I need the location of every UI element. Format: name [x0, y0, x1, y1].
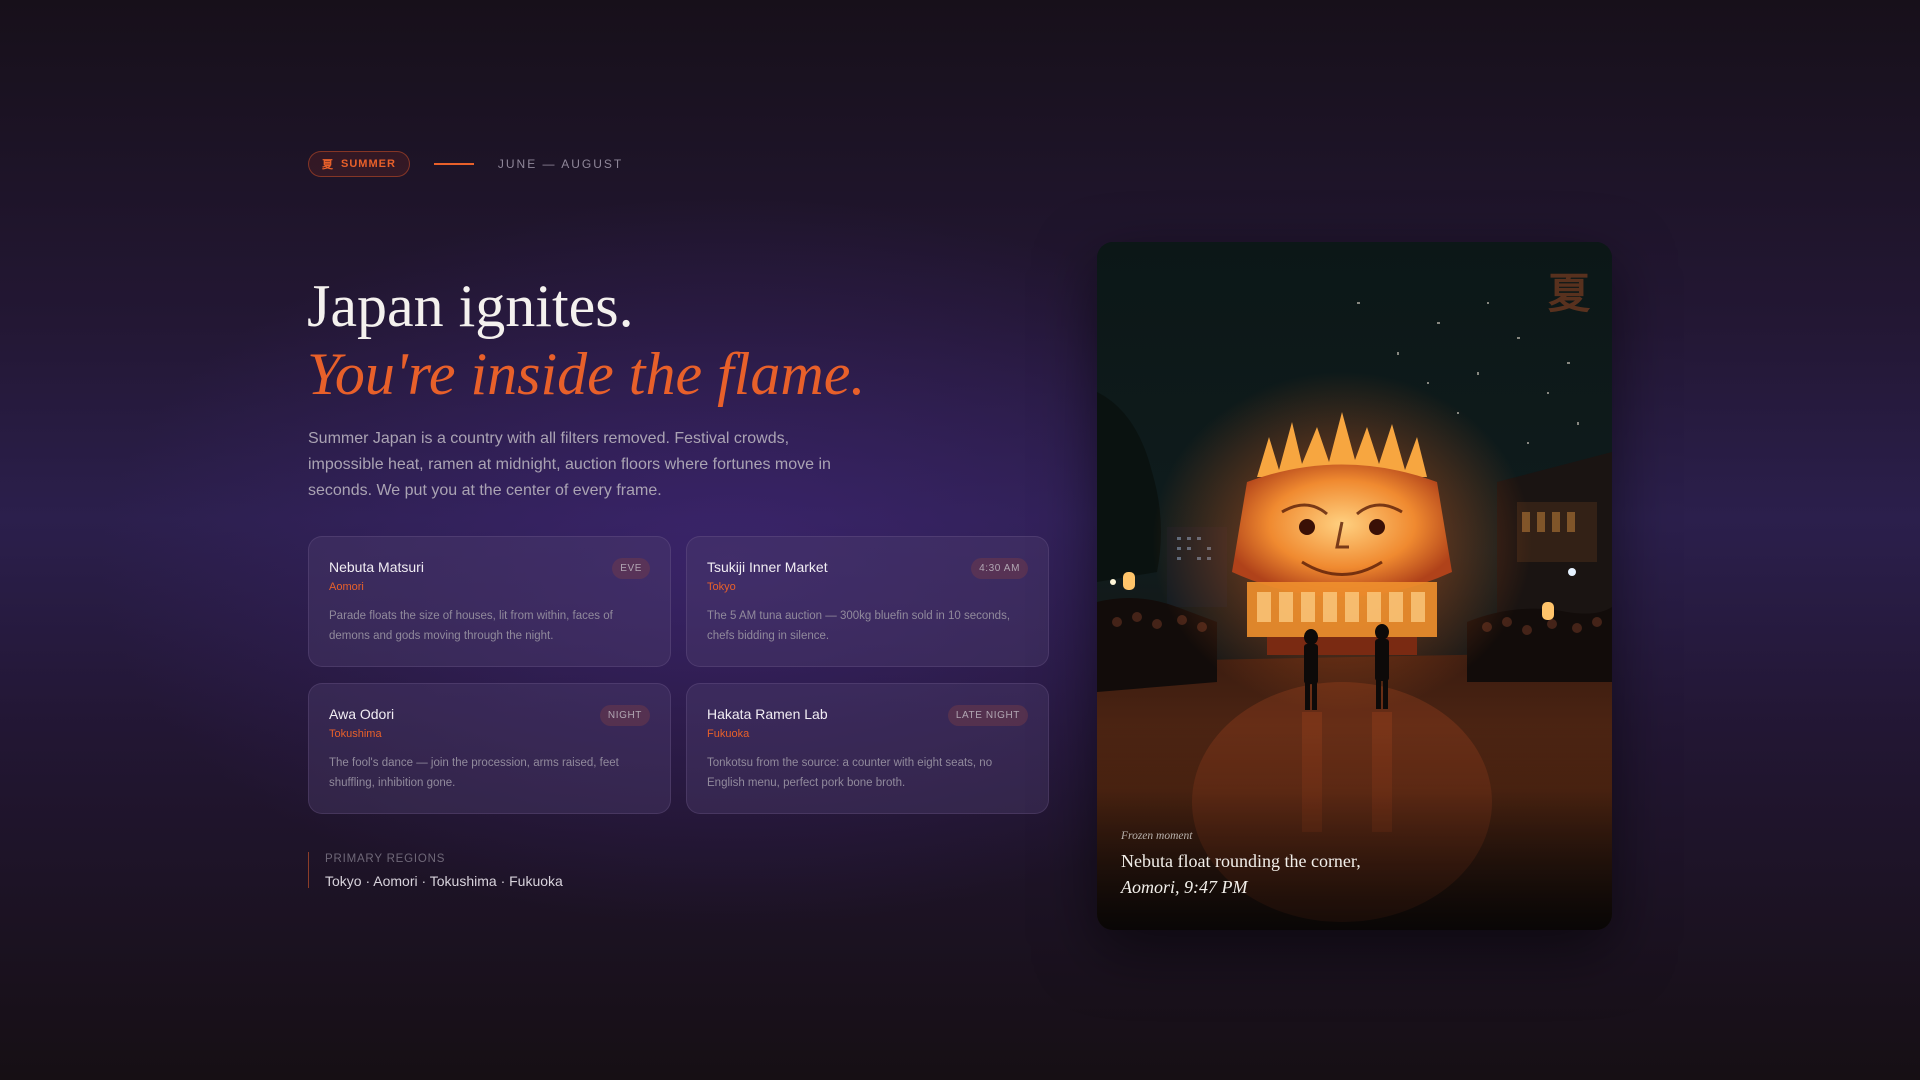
summer-kanji-icon: 夏 [322, 159, 334, 171]
card-time-tag: EVE [612, 558, 650, 579]
card-location: Tokyo [707, 581, 736, 593]
hero-intro: Summer Japan is a country with all filte… [308, 430, 831, 499]
summer-kanji-watermark: 夏 [1547, 269, 1590, 318]
card-location: Aomori [329, 581, 364, 593]
primary-regions: PRIMARY REGIONS Tokyo · Aomori · Tokushi… [308, 852, 563, 889]
card-location: Fukuoka [707, 728, 750, 740]
card-location: Tokushima [329, 728, 382, 740]
card-title: Nebuta Matsuri [329, 559, 424, 575]
card-hakata-ramen[interactable]: Hakata Ramen Lab Fukuoka Tonkotsu from t… [686, 683, 1049, 814]
season-label: SUMMER [341, 158, 396, 170]
card-description: The 5 AM tuna auction — 300kg bluefin so… [707, 610, 1011, 642]
hero-title: Japan ignites. [307, 273, 634, 339]
season-header: 夏 SUMMER JUNE — AUGUST [308, 151, 623, 177]
caption-line-2: Aomori, 9:47 PM [1121, 877, 1248, 897]
photo-caption: Frozen moment Nebuta float rounding the … [1121, 830, 1361, 901]
card-tsukiji-market[interactable]: Tsukiji Inner Market Tokyo The 5 AM tuna… [686, 536, 1049, 667]
season-range: JUNE — AUGUST [497, 157, 624, 171]
hero-subtitle: You're inside the flame. [307, 341, 866, 407]
card-nebuta-matsuri[interactable]: Nebuta Matsuri Aomori Parade floats the … [308, 536, 671, 667]
card-time-tag: NIGHT [599, 705, 650, 726]
caption-line-1: Nebuta float rounding the corner, [1121, 851, 1361, 871]
divider-line [433, 163, 474, 165]
caption-label: Frozen moment [1121, 830, 1193, 842]
experience-cards: Nebuta Matsuri Aomori Parade floats the … [308, 536, 1049, 814]
card-description: Parade floats the size of houses, lit fr… [329, 610, 613, 642]
card-description: The fool's dance — join the procession, … [329, 757, 619, 789]
regions-list: Tokyo · Aomori · Tokushima · Fukuoka [325, 873, 563, 889]
card-time-tag: 4:30 AM [971, 558, 1028, 579]
hero-headline: Japan ignites. You're inside the flame. [307, 272, 865, 408]
season-badge: 夏 SUMMER [308, 151, 410, 177]
regions-label: PRIMARY REGIONS [325, 853, 446, 865]
card-awa-odori[interactable]: Awa Odori Tokushima The fool's dance — j… [308, 683, 671, 814]
featured-photo: 夏 Frozen moment Nebuta float rounding th… [1097, 242, 1612, 930]
card-time-tag: LATE NIGHT [947, 705, 1028, 726]
card-description: Tonkotsu from the source: a counter with… [707, 757, 993, 789]
nebuta-float-illustration [1097, 242, 1612, 930]
